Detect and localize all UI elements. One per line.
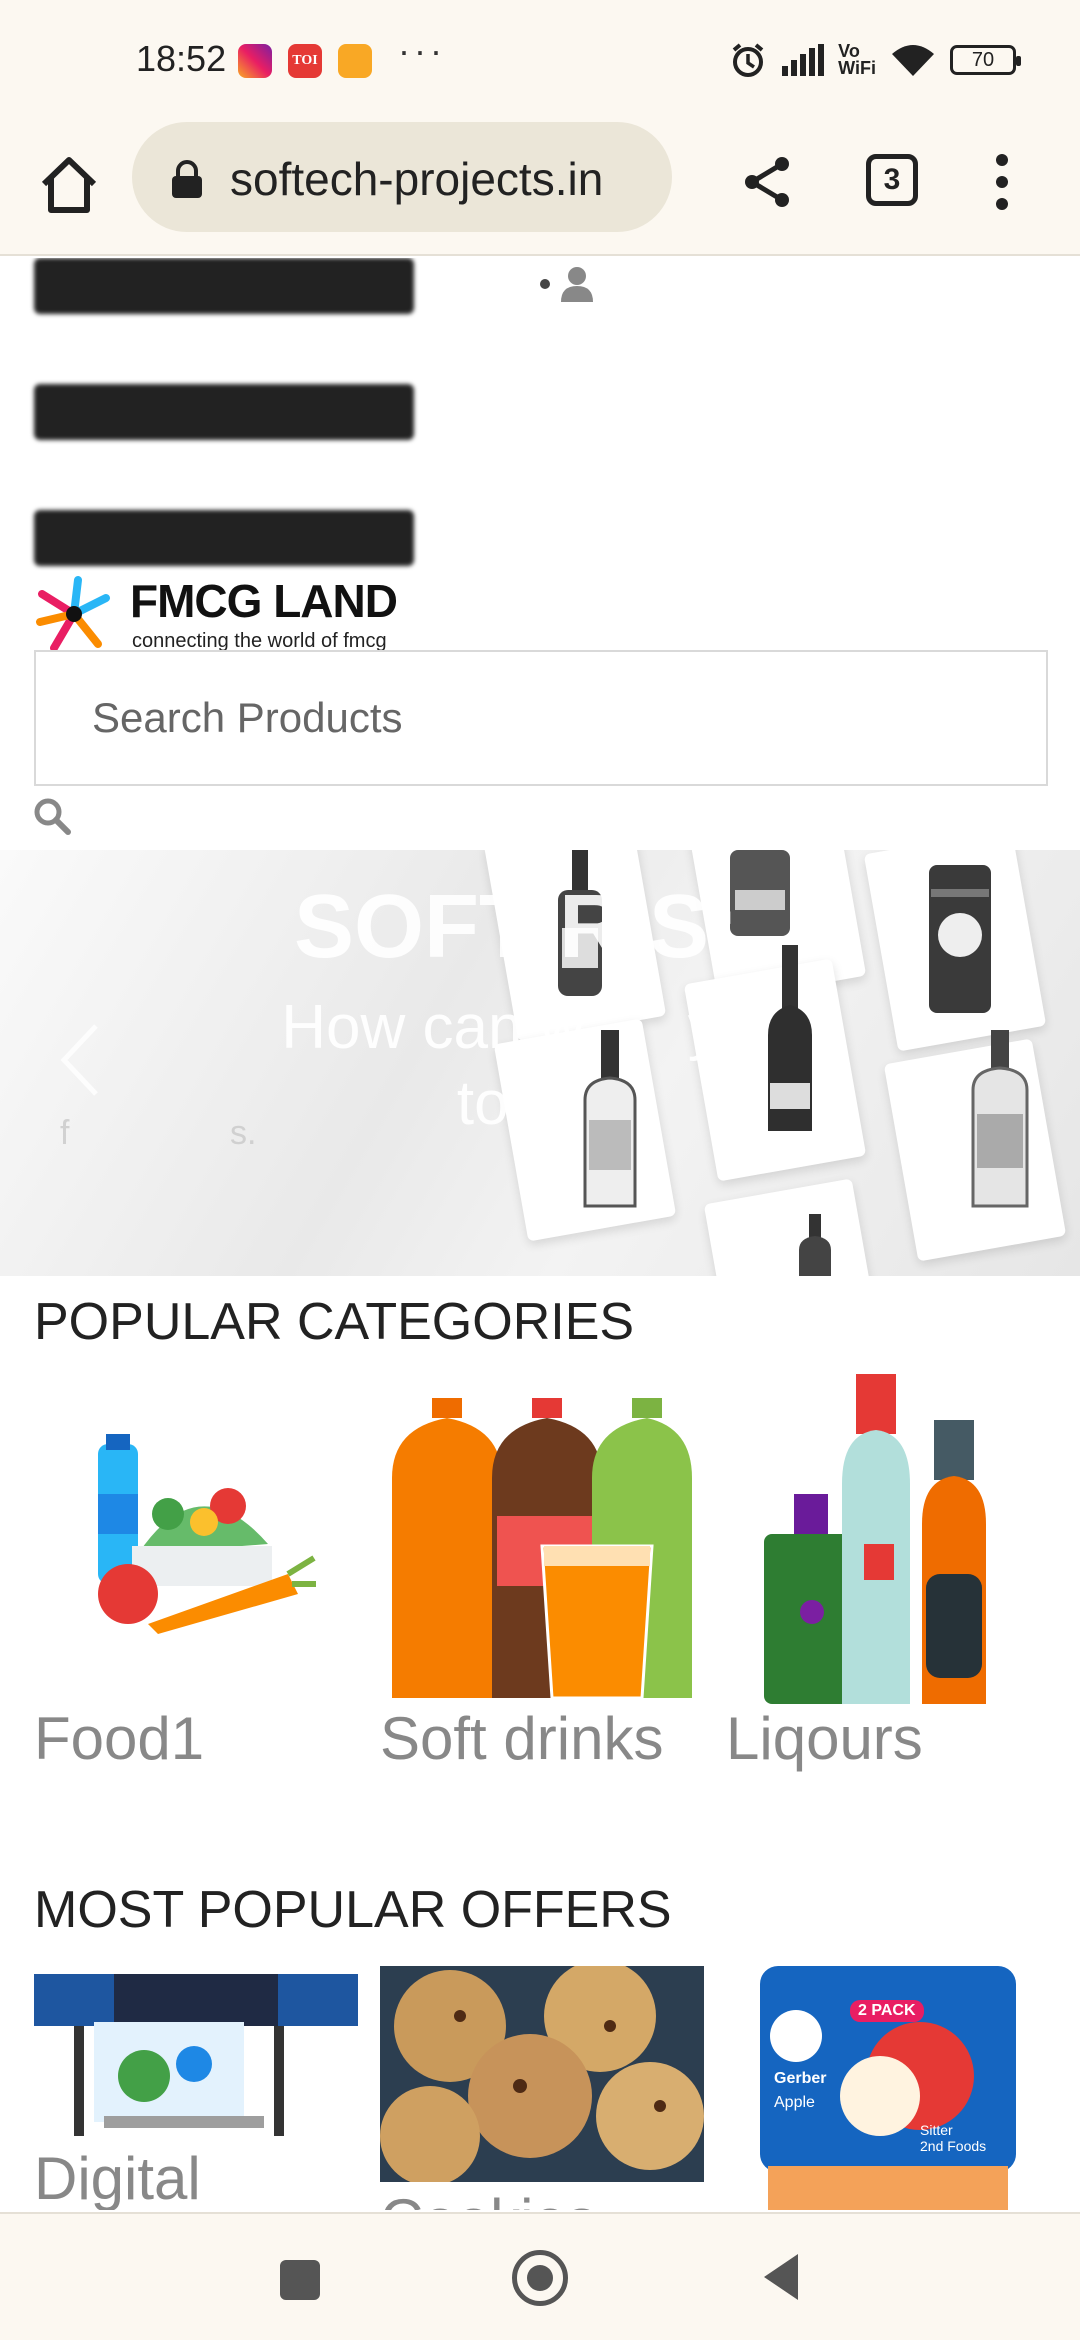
hero-banner[interactable]: SOFT R S: How can w y tod f s. — [0, 850, 1080, 1276]
popular-offers-title: MOST POPULAR OFFERS — [34, 1881, 672, 1939]
gerber-brand: Gerber — [774, 2070, 827, 2087]
soft-drinks-category-image[interactable] — [392, 1398, 692, 1698]
offer-label-cookies[interactable]: Cookies — [380, 2186, 597, 2210]
wifi-icon — [892, 45, 934, 76]
offer-label-digital[interactable]: Digital — [34, 2144, 201, 2210]
browser-toolbar: softech-projects.in 3 — [0, 120, 1080, 256]
chevron-left-icon[interactable] — [56, 1020, 106, 1100]
more-notifications-icon: ··· — [398, 30, 446, 71]
signal-icon — [782, 44, 825, 76]
overflow-menu-icon[interactable] — [992, 152, 1012, 212]
user-icon — [561, 267, 593, 302]
url-text: softech-projects.in — [230, 153, 604, 205]
tab-switcher-button[interactable]: 3 — [866, 154, 918, 206]
logo-title: FMCG LAND — [130, 575, 398, 627]
dot-separator — [540, 279, 550, 289]
cookies-image[interactable] — [380, 1966, 704, 2182]
redacted-nav-item[interactable] — [34, 258, 414, 314]
redacted-nav-item[interactable] — [34, 510, 414, 566]
search-box[interactable] — [34, 650, 1048, 786]
recents-button[interactable] — [280, 2260, 320, 2300]
category-label-food1[interactable]: Food1 — [34, 1704, 204, 1773]
banner-headline: SOFT R S: — [294, 877, 739, 977]
digital-printer-image[interactable] — [34, 1966, 358, 2146]
battery-icon: 70 — [950, 45, 1021, 75]
gerber-pack: 2 PACK — [850, 2000, 924, 2022]
liquor-category-image[interactable] — [764, 1374, 1014, 1704]
gerber-apple-image[interactable]: Gerber Apple 2 PACK Sitter 2nd Foods — [760, 1966, 1016, 2210]
instagram-icon — [238, 44, 272, 78]
bottle-image — [971, 1030, 1029, 1208]
category-label-soft-drinks[interactable]: Soft drinks — [380, 1704, 663, 1773]
search-icon[interactable] — [32, 796, 72, 836]
home-icon[interactable] — [34, 150, 104, 220]
vowifi-icon: Vo WiFi — [838, 41, 876, 78]
alarm-icon — [732, 43, 764, 77]
account-link[interactable] — [540, 266, 594, 302]
home-button[interactable] — [512, 2250, 568, 2306]
can-image — [929, 865, 991, 1013]
fmcg-logo-mark — [36, 576, 110, 652]
banner-faint-text: f s. — [60, 1114, 257, 1152]
popular-categories-title: POPULAR CATEGORIES — [34, 1293, 635, 1351]
bottle-image — [799, 1214, 831, 1276]
gerber-stage: Sitter 2nd Foods — [920, 2122, 987, 2154]
share-icon[interactable] — [736, 150, 800, 214]
category-label-liqours[interactable]: Liqours — [726, 1704, 923, 1773]
toi-icon: TOI — [288, 44, 322, 78]
redacted-nav-item[interactable] — [34, 384, 414, 440]
clock: 18:52 — [136, 38, 227, 79]
search-input[interactable] — [36, 652, 1046, 784]
notes-icon — [338, 44, 372, 78]
system-navigation-bar — [0, 2212, 1080, 2340]
gerber-flavor: Apple — [774, 2094, 815, 2111]
url-bar[interactable]: softech-projects.in — [132, 122, 672, 232]
food-category-image[interactable] — [88, 1434, 318, 1644]
banner-subline: How can w y tod — [281, 993, 719, 1138]
web-page: FMCG LAND connecting the world of fmcg S… — [0, 258, 1080, 2210]
site-logo[interactable]: FMCG LAND connecting the world of fmcg — [34, 574, 434, 654]
lock-icon — [172, 160, 202, 198]
back-icon[interactable] — [760, 2252, 800, 2302]
status-bar: 18:52 TOI ··· Vo WiFi 70 — [0, 0, 1080, 120]
